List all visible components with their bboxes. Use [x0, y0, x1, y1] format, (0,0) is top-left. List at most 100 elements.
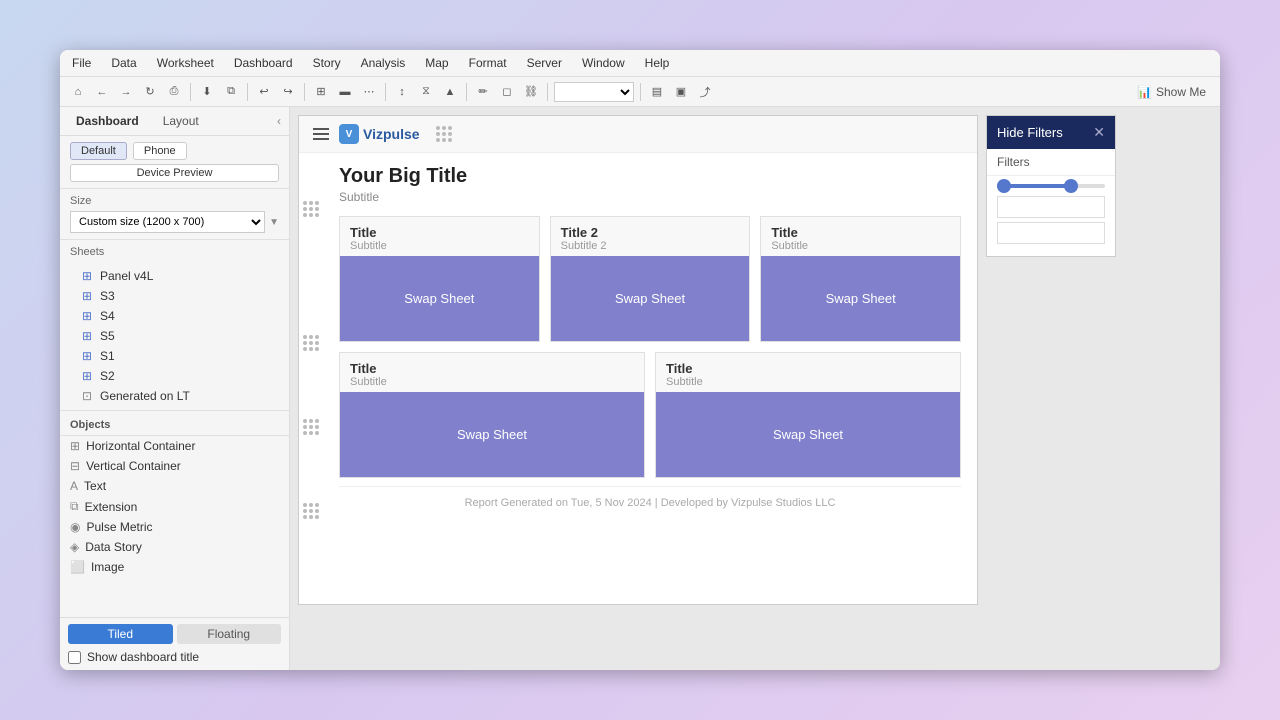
- menu-server[interactable]: Server: [523, 54, 566, 72]
- viz-card-1: Title Subtitle Swap Sheet: [339, 216, 540, 342]
- viz-swap-5[interactable]: Swap Sheet: [656, 392, 960, 477]
- viz-row-1: Title Subtitle Swap Sheet Title 2 Subtit…: [339, 216, 961, 342]
- menu-map[interactable]: Map: [421, 54, 452, 72]
- object-image[interactable]: ⬜ Image: [60, 557, 289, 577]
- tiled-button[interactable]: Tiled: [68, 624, 173, 644]
- sheet-item-s5[interactable]: ⊞ S5: [70, 326, 279, 346]
- toolbar-home-icon[interactable]: ⌂: [68, 82, 88, 102]
- object-data-story[interactable]: ◈ Data Story: [60, 537, 289, 557]
- toolbar-link-icon[interactable]: ⛓: [521, 82, 541, 102]
- sheet-icon-panelv4l: ⊞: [80, 269, 94, 283]
- filters-panel: Hide Filters ✕ Filters: [986, 115, 1116, 257]
- sheet-item-generated[interactable]: ⊡ Generated on LT: [70, 386, 279, 406]
- viz-swap-3[interactable]: Swap Sheet: [761, 256, 960, 341]
- hide-filters-button[interactable]: Hide Filters ✕: [987, 116, 1115, 149]
- toolbar-print-icon[interactable]: ⎙: [164, 82, 184, 102]
- device-preview-button[interactable]: Device Preview: [70, 164, 279, 182]
- toolbar-view-icon[interactable]: ▤: [647, 82, 667, 102]
- tab-layout[interactable]: Layout: [155, 111, 207, 131]
- toolbar-redo-icon[interactable]: ↪: [278, 82, 298, 102]
- filter-input-1[interactable]: [997, 196, 1105, 218]
- header-grid-handle-1[interactable]: [436, 126, 452, 142]
- main-area: Dashboard Layout ‹ Default Phone Device …: [60, 107, 1220, 670]
- toolbar-highlight-icon[interactable]: ▲: [440, 82, 460, 102]
- toolbar-undo-icon[interactable]: ↩: [254, 82, 274, 102]
- toolbar-more-icon[interactable]: ⋯: [359, 82, 379, 102]
- viz-swap-2[interactable]: Swap Sheet: [551, 256, 750, 341]
- menu-help[interactable]: Help: [641, 54, 674, 72]
- filters-close-icon[interactable]: ✕: [1093, 124, 1105, 141]
- show-dashboard-title-label: Show dashboard title: [87, 650, 199, 664]
- toolbar-present-icon[interactable]: ▣: [671, 82, 691, 102]
- toolbar-font-select[interactable]: [554, 82, 634, 102]
- floating-button[interactable]: Floating: [177, 624, 282, 644]
- toolbar-grid-icon[interactable]: ⊞: [311, 82, 331, 102]
- dashboard-title: Your Big Title: [339, 165, 961, 188]
- dashboard-content: Your Big Title Subtitle Title Subtitle S…: [323, 153, 977, 531]
- viz-card-4: Title Subtitle Swap Sheet: [339, 352, 645, 478]
- sheet-item-panelv4l[interactable]: ⊞ Panel v4L: [70, 266, 279, 286]
- toolbar-sep6: [547, 83, 548, 101]
- toolbar-eraser-icon[interactable]: ◻: [497, 82, 517, 102]
- object-horizontal-icon: ⊞: [70, 439, 80, 453]
- objects-title: Objects: [60, 415, 289, 436]
- row-handle-2[interactable]: [303, 335, 319, 351]
- viz-card-2-header: Title 2 Subtitle 2: [551, 217, 750, 256]
- row-handle-4[interactable]: [303, 503, 319, 519]
- viz-card-1-subtitle: Subtitle: [350, 240, 529, 252]
- toolbar-back-icon[interactable]: ←: [92, 82, 112, 102]
- show-dashboard-title-checkbox[interactable]: [68, 651, 81, 664]
- viz-card-5-header: Title Subtitle: [656, 353, 960, 392]
- sheet-item-s4[interactable]: ⊞ S4: [70, 306, 279, 326]
- viz-card-2: Title 2 Subtitle 2 Swap Sheet: [550, 216, 751, 342]
- sheet-item-s1[interactable]: ⊞ S1: [70, 346, 279, 366]
- viz-swap-1[interactable]: Swap Sheet: [340, 256, 539, 341]
- viz-swap-4[interactable]: Swap Sheet: [340, 392, 644, 477]
- sheet-item-s3[interactable]: ⊞ S3: [70, 286, 279, 306]
- filter-input-2[interactable]: [997, 222, 1105, 244]
- filter-slider-thumb-right[interactable]: [1064, 179, 1078, 193]
- toolbar-share-icon[interactable]: ⤴: [695, 82, 715, 102]
- hamburger-line-1: [313, 128, 329, 130]
- toolbar-sep4: [385, 83, 386, 101]
- menu-story[interactable]: Story: [309, 54, 345, 72]
- toolbar-filter-icon[interactable]: ⧖: [416, 82, 436, 102]
- size-select[interactable]: Custom size (1200 x 700): [70, 211, 265, 233]
- menu-worksheet[interactable]: Worksheet: [153, 54, 218, 72]
- menu-data[interactable]: Data: [107, 54, 140, 72]
- viz-card-5-subtitle: Subtitle: [666, 376, 950, 388]
- toolbar-forward-icon[interactable]: →: [116, 82, 136, 102]
- size-dropdown-icon: ▼: [269, 217, 279, 228]
- object-text[interactable]: A Text: [60, 476, 289, 496]
- object-pulse-metric[interactable]: ◉ Pulse Metric: [60, 517, 289, 537]
- hamburger-button[interactable]: [311, 126, 331, 142]
- object-vertical-container[interactable]: ⊟ Vertical Container: [60, 456, 289, 476]
- toolbar-refresh-icon[interactable]: ↻: [140, 82, 160, 102]
- device-default-button[interactable]: Default: [70, 142, 127, 160]
- show-me-button[interactable]: 📊 Show Me: [1131, 83, 1212, 101]
- toolbar-download-icon[interactable]: ⬇: [197, 82, 217, 102]
- object-horizontal-container[interactable]: ⊞ Horizontal Container: [60, 436, 289, 456]
- toolbar-pen-icon[interactable]: ✏: [473, 82, 493, 102]
- viz-card-3-header: Title Subtitle: [761, 217, 960, 256]
- toolbar-bar-icon[interactable]: ▬: [335, 82, 355, 102]
- menu-window[interactable]: Window: [578, 54, 629, 72]
- filter-range-slider[interactable]: [997, 184, 1105, 188]
- show-title-row: Show dashboard title: [68, 650, 281, 664]
- row-handle-3[interactable]: [303, 419, 319, 435]
- device-phone-button[interactable]: Phone: [133, 142, 187, 160]
- toolbar-copy-icon[interactable]: ⧉: [221, 82, 241, 102]
- menu-format[interactable]: Format: [465, 54, 511, 72]
- sheet-item-s2[interactable]: ⊞ S2: [70, 366, 279, 386]
- hamburger-line-2: [313, 133, 329, 135]
- row-handle-1[interactable]: [303, 201, 319, 217]
- menu-file[interactable]: File: [68, 54, 95, 72]
- toolbar-arrow-icon[interactable]: ↕: [392, 82, 412, 102]
- tab-dashboard[interactable]: Dashboard: [68, 111, 147, 131]
- menu-analysis[interactable]: Analysis: [357, 54, 410, 72]
- filter-slider-thumb-left[interactable]: [997, 179, 1011, 193]
- menu-bar: File Data Worksheet Dashboard Story Anal…: [60, 50, 1220, 77]
- menu-dashboard[interactable]: Dashboard: [230, 54, 297, 72]
- sidebar-collapse-arrow[interactable]: ‹: [277, 114, 281, 128]
- object-extension[interactable]: ⧉ Extension: [60, 496, 289, 517]
